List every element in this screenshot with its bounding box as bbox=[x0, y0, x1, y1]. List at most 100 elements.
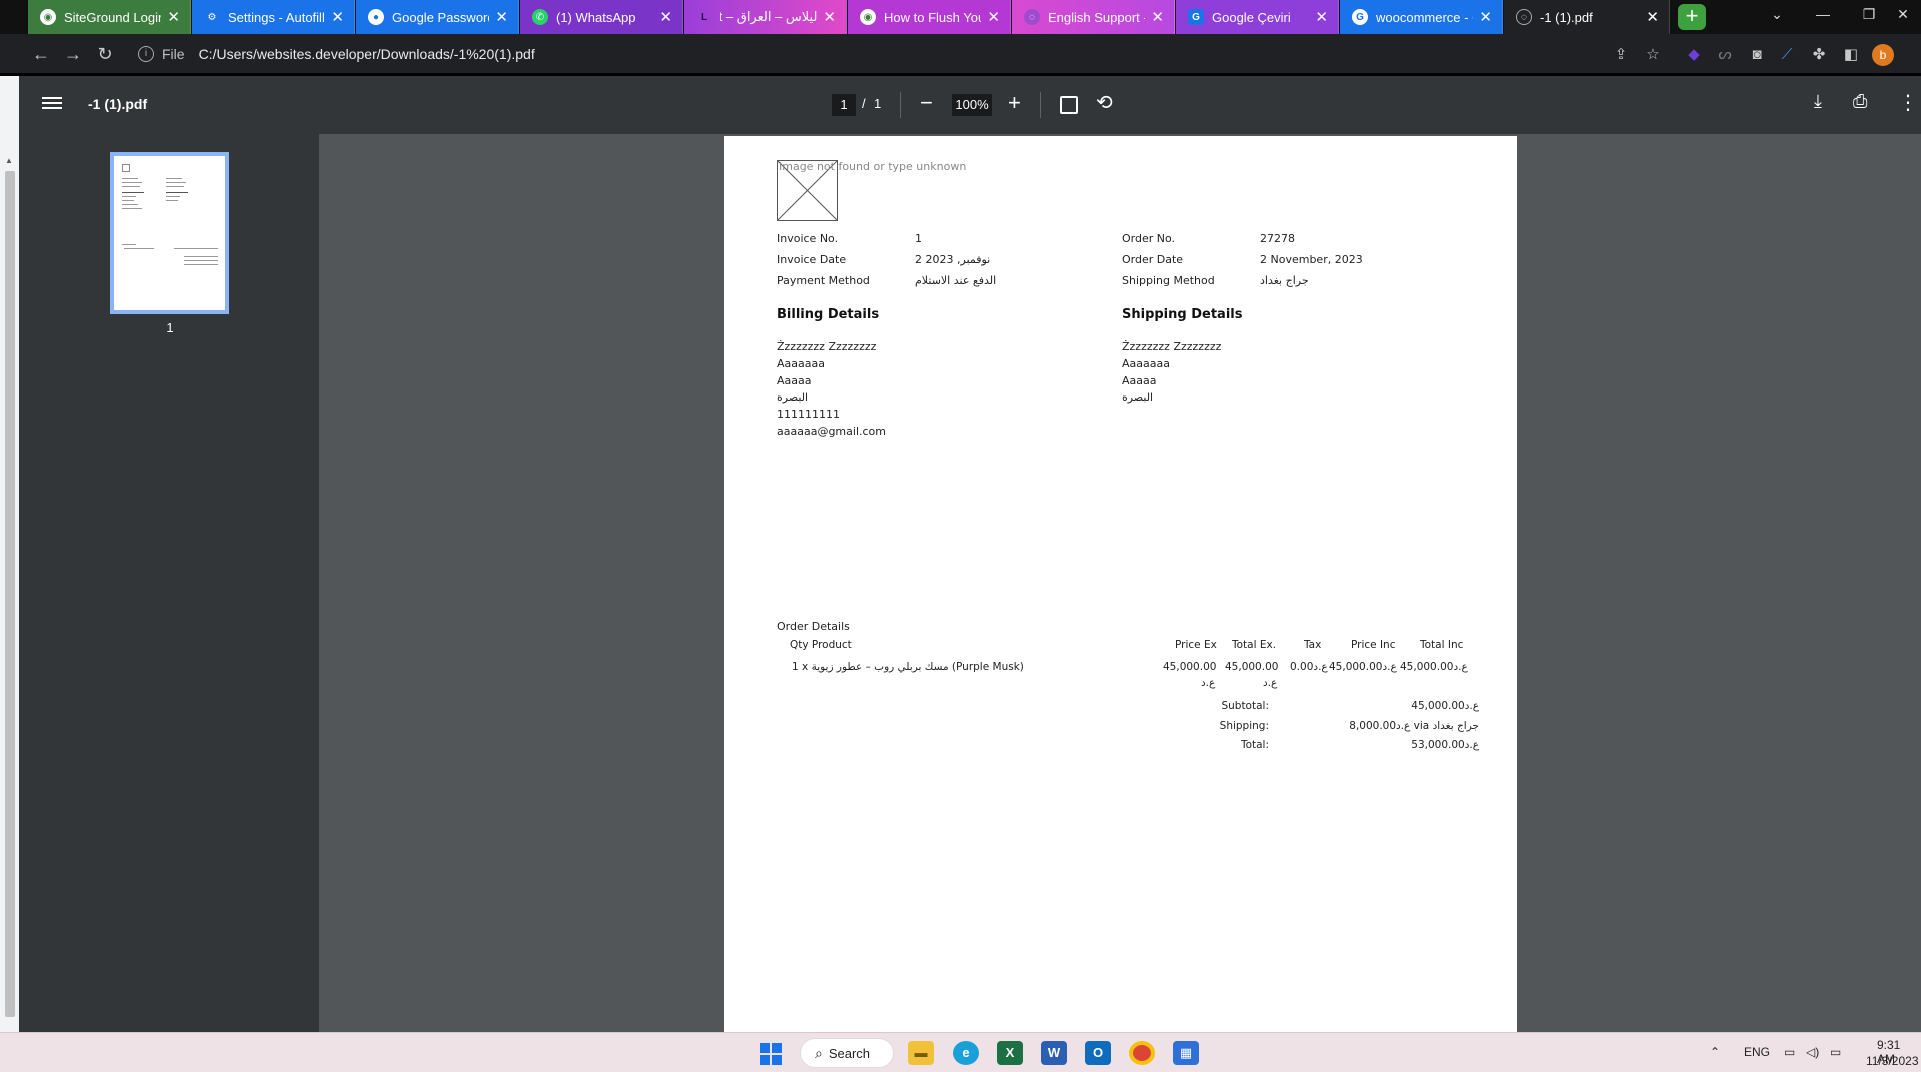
new-tab-button[interactable]: + bbox=[1678, 4, 1706, 30]
scroll-up-icon[interactable]: ▲ bbox=[5, 156, 13, 165]
extension-purple-icon[interactable]: ◆ bbox=[1683, 45, 1705, 65]
close-icon[interactable]: ✕ bbox=[1479, 8, 1492, 26]
zoom-out-icon[interactable]: − bbox=[920, 90, 933, 116]
divider bbox=[1040, 92, 1041, 118]
pdf-toolbar: -1 (1).pdf 1 / 1 − 100% + ⟲ ⤓ ⎙ ⋮ bbox=[0, 76, 1921, 134]
file-explorer-icon[interactable]: ▬ bbox=[908, 1041, 934, 1065]
tab-english-support[interactable]: ◌ English Support - ✕ bbox=[1012, 0, 1175, 34]
url-text[interactable]: C:/Users/websites.developer/Downloads/-1… bbox=[199, 46, 535, 62]
bookmark-star-icon[interactable]: ☆ bbox=[1642, 45, 1664, 65]
taskbar-search[interactable]: ⌕ Search bbox=[800, 1038, 894, 1068]
col-qty-product: Qty Product bbox=[790, 639, 852, 651]
minimize-icon[interactable]: — bbox=[1800, 0, 1846, 30]
volume-icon[interactable]: ◁) bbox=[1806, 1045, 1819, 1059]
network-icon[interactable]: ▭ bbox=[1784, 1045, 1795, 1059]
tab-woocommerce[interactable]: G woocommerce - G ✕ bbox=[1340, 0, 1503, 34]
tab-strip: ◉ SiteGround Login ✕ ⚙ Settings - Autofi… bbox=[0, 0, 1921, 34]
share-icon[interactable]: ⇪ bbox=[1610, 45, 1632, 65]
item-price-ex: 45,000.00 bbox=[1163, 661, 1217, 673]
close-icon[interactable]: ✕ bbox=[331, 8, 344, 26]
zoom-level-input[interactable]: 100% bbox=[952, 94, 992, 116]
tab-whatsapp[interactable]: ✆ (1) WhatsApp ✕ bbox=[520, 0, 683, 34]
billing-line: 111111111 bbox=[777, 408, 840, 421]
page-number-input[interactable]: 1 bbox=[832, 94, 856, 116]
google-icon: G bbox=[1352, 9, 1368, 25]
billing-heading: Billing Details bbox=[777, 307, 880, 322]
side-panel-icon[interactable]: ◧ bbox=[1840, 45, 1862, 65]
order-details-title: Order Details bbox=[777, 620, 850, 633]
sidebar-menu-icon[interactable] bbox=[42, 94, 62, 114]
extension-gray-icon[interactable]: ᔕ bbox=[1714, 45, 1736, 65]
tab-lilas[interactable]: L ليلاس – العراق – nt ✕ bbox=[684, 0, 847, 34]
forward-icon[interactable]: → bbox=[60, 42, 86, 66]
search-label: Search bbox=[828, 1045, 871, 1061]
shipping-heading: Shipping Details bbox=[1122, 307, 1243, 322]
zoom-in-icon[interactable]: + bbox=[1008, 90, 1021, 116]
close-icon[interactable]: ✕ bbox=[167, 8, 180, 26]
scrollbar-thumb[interactable] bbox=[5, 171, 15, 1017]
tab-siteground[interactable]: ◉ SiteGround Login ✕ bbox=[28, 0, 191, 34]
tab-title: How to Flush Your bbox=[884, 9, 982, 25]
item-price-ex-currency: ع.د bbox=[1201, 677, 1216, 689]
close-icon[interactable]: ✕ bbox=[987, 8, 1000, 26]
shipping-method-label: Shipping Method bbox=[1122, 274, 1215, 287]
chrome-icon[interactable] bbox=[1129, 1041, 1155, 1065]
language-indicator[interactable]: ENG bbox=[1744, 1045, 1770, 1059]
close-icon[interactable]: ✕ bbox=[1646, 8, 1659, 26]
store-icon[interactable]: ▦ bbox=[1173, 1041, 1199, 1065]
rotate-icon[interactable]: ⟲ bbox=[1096, 90, 1113, 115]
invoice-no-value: 1 bbox=[915, 232, 922, 245]
excel-icon[interactable]: X bbox=[997, 1041, 1023, 1065]
document-title: -1 (1).pdf bbox=[88, 96, 148, 112]
tab-title: -1 (1).pdf bbox=[1540, 9, 1593, 25]
camera-icon[interactable]: ◙ bbox=[1746, 45, 1768, 65]
invoice-date-value: 2 نوفمبر, 2023 bbox=[915, 253, 991, 266]
close-icon[interactable]: ✕ bbox=[1151, 8, 1164, 26]
order-no-value: 27278 bbox=[1260, 232, 1295, 245]
close-icon[interactable]: ✕ bbox=[823, 8, 836, 26]
battery-icon[interactable]: ▭ bbox=[1830, 1045, 1841, 1059]
page-total: 1 bbox=[874, 96, 882, 111]
edge-icon[interactable]: e bbox=[953, 1041, 979, 1065]
close-icon[interactable]: ✕ bbox=[495, 8, 508, 26]
tab-title: Settings - Autofill bbox=[228, 9, 325, 25]
back-icon[interactable]: ← bbox=[28, 42, 54, 66]
address-bar[interactable]: i File C:/Users/websites.developer/Downl… bbox=[126, 38, 1656, 70]
page-thumbnail[interactable] bbox=[110, 152, 229, 314]
total-label: Total: bbox=[1240, 739, 1269, 751]
tray-chevron-icon[interactable]: ⌃ bbox=[1710, 1045, 1720, 1059]
more-options-icon[interactable]: ⋮ bbox=[1898, 90, 1918, 115]
close-icon[interactable]: ✕ bbox=[659, 8, 672, 26]
search-icon: ⌕ bbox=[815, 1044, 823, 1061]
close-icon[interactable]: ✕ bbox=[1315, 8, 1328, 26]
tab-title: Google Password bbox=[392, 9, 490, 25]
tab-pdf-active[interactable]: ◌ -1 (1).pdf ✕ bbox=[1504, 0, 1670, 34]
download-icon[interactable]: ⤓ bbox=[1814, 91, 1822, 112]
shipping-line: البصرة bbox=[1122, 391, 1154, 404]
outlook-icon[interactable]: O bbox=[1085, 1041, 1111, 1065]
print-icon[interactable]: ⎙ bbox=[1853, 91, 1867, 112]
tab-google-password[interactable]: ● Google Password ✕ bbox=[356, 0, 519, 34]
total-value: 53,000.00ع.د bbox=[1411, 739, 1479, 751]
clock-date[interactable]: 11/3/2023 bbox=[1866, 1054, 1919, 1068]
site-info-icon[interactable]: i bbox=[138, 46, 154, 62]
reload-icon[interactable]: ↻ bbox=[92, 42, 118, 66]
item-total-ex: 45,000.00 bbox=[1225, 661, 1279, 673]
col-tax: Tax bbox=[1304, 639, 1322, 651]
tab-search-chevron-icon[interactable]: ⌄ bbox=[1754, 0, 1800, 30]
tab-google-translate[interactable]: G Google Çeviri ✕ bbox=[1176, 0, 1339, 34]
profile-avatar[interactable]: b bbox=[1872, 44, 1894, 66]
extensions-puzzle-icon[interactable]: ✤ bbox=[1808, 45, 1830, 65]
tab-settings-autofill[interactable]: ⚙ Settings - Autofill ✕ bbox=[192, 0, 355, 34]
item-total-ex-currency: ع.د bbox=[1263, 677, 1278, 689]
pdf-page: Image not found or type unknown Invoice … bbox=[724, 136, 1517, 1032]
fit-to-page-icon[interactable] bbox=[1060, 96, 1078, 114]
window-close-icon[interactable]: ✕ bbox=[1880, 0, 1921, 30]
word-icon[interactable]: W bbox=[1041, 1041, 1067, 1065]
thumbnail-page-label: 1 bbox=[166, 320, 174, 335]
windows-start-icon[interactable] bbox=[760, 1043, 782, 1065]
tab-flush[interactable]: ◉ How to Flush Your ✕ bbox=[848, 0, 1011, 34]
subtotal-label: Subtotal: bbox=[1221, 700, 1269, 712]
pen-icon[interactable]: ⟋ bbox=[1776, 45, 1798, 65]
item-total-inc: 45,000.00ع.د bbox=[1400, 661, 1468, 673]
